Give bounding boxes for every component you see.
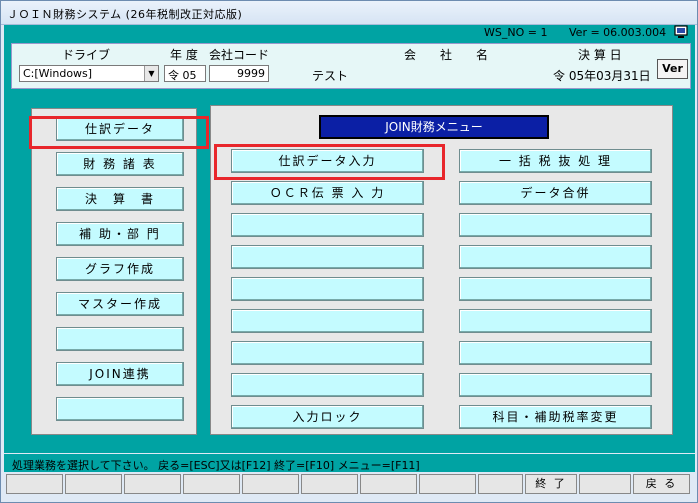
menu-right-empty-6[interactable] [459,373,652,397]
menu-left-empty-6[interactable] [231,373,424,397]
company-name-value: テスト [312,69,349,83]
menu-data-merge[interactable]: データ合併 [459,181,652,205]
menu-ocr-input[interactable]: ＯＣＲ伝 票 入 力 [231,181,424,205]
left-menu-graph[interactable]: グラフ作成 [56,257,184,281]
fkey-2[interactable] [65,474,122,494]
info-row: WS_NO = 1 Ver = 06.003.004 [4,25,695,41]
closing-date-value: 令 05年03月31日 [553,69,651,83]
left-menu-join-link[interactable]: JOIN連携 [56,362,184,386]
main-content: 仕訳データ 財 務 諸 表 決 算 書 補 助・部 門 グラフ作成 マスター作成… [4,93,695,453]
drive-label: ドライブ [62,48,111,62]
company-code-label: 会社コード [209,48,270,62]
menu-input-lock[interactable]: 入力ロック [231,405,424,429]
header-area: WS_NO = 1 Ver = 06.003.004 ドライブ C:[Windo… [4,25,695,93]
fkey-9[interactable] [478,474,523,494]
company-name-label: 会 社 名 [404,48,489,62]
menu-left-empty-3[interactable] [231,277,424,301]
year-field[interactable]: 令 05 [164,65,206,82]
fkey-11[interactable] [579,474,631,494]
left-menu-master[interactable]: マスター作成 [56,292,184,316]
company-code-value: 9999 [237,67,265,80]
fkey-12-back[interactable]: 戻 る [633,474,690,494]
menu-right-empty-2[interactable] [459,245,652,269]
menu-right-empty-4[interactable] [459,309,652,333]
menu-left-empty-5[interactable] [231,341,424,365]
app-window: ＪＯＩＮ財務システム (26年税制改正対応版) WS_NO = 1 Ver = … [0,0,698,503]
menu-tax-rate-change[interactable]: 科目・補助税率変更 [459,405,652,429]
fkey-3[interactable] [124,474,181,494]
fkey-4[interactable] [183,474,240,494]
menu-left-empty-4[interactable] [231,309,424,333]
status-bar: 処理業務を選択して下さい。 戻る=[ESC]又は[F12] 終了=[F10] メ… [4,454,695,472]
highlight-frame-journal-input [214,144,445,180]
menu-right-empty-1[interactable] [459,213,652,237]
chevron-down-icon[interactable]: ▼ [144,66,158,81]
fkey-5[interactable] [242,474,299,494]
menu-right-empty-5[interactable] [459,341,652,365]
menu-left-empty-1[interactable] [231,213,424,237]
menu-left-empty-2[interactable] [231,245,424,269]
left-menu-auxiliary-department[interactable]: 補 助・部 門 [56,222,184,246]
monitor-icon[interactable] [674,25,688,39]
left-menu-settlement-report[interactable]: 決 算 書 [56,187,184,211]
left-menu-panel: 仕訳データ 財 務 諸 表 決 算 書 補 助・部 門 グラフ作成 マスター作成… [31,108,197,435]
menu-bulk-tax-exclusion[interactable]: 一 括 税 抜 処 理 [459,149,652,173]
year-value: 令 05 [168,69,197,82]
left-menu-empty-1[interactable] [56,327,184,351]
status-message: 処理業務を選択して下さい。 戻る=[ESC]又は[F12] 終了=[F10] メ… [12,459,420,472]
ver-button[interactable]: Ver [657,59,688,79]
drive-value: C:[Windows] [23,67,93,80]
fkey-1[interactable] [6,474,63,494]
menu-title: JOIN財務メニュー [319,115,549,139]
company-code-field[interactable]: 9999 [209,65,269,82]
title-bar: ＪＯＩＮ財務システム (26年税制改正対応版) [1,1,697,25]
year-label: 年 度 [170,48,198,62]
ws-no-label: WS_NO = 1 [484,26,548,39]
closing-date-label: 決 算 日 [578,48,622,62]
left-menu-empty-2[interactable] [56,397,184,421]
drive-select[interactable]: C:[Windows] ▼ [19,65,159,82]
version-label: Ver = 06.003.004 [569,26,667,39]
fkey-8[interactable] [419,474,476,494]
menu-right-empty-3[interactable] [459,277,652,301]
highlight-frame-left [29,116,209,149]
header-panel: ドライブ C:[Windows] ▼ 年 度 令 05 会社コード 9999 会… [11,43,691,89]
function-key-bar: 終 了 戻 る [4,474,695,496]
fkey-6[interactable] [301,474,358,494]
fkey-10-exit[interactable]: 終 了 [525,474,577,494]
left-menu-financial-statements[interactable]: 財 務 諸 表 [56,152,184,176]
window-title: ＪＯＩＮ財務システム (26年税制改正対応版) [7,8,243,21]
fkey-7[interactable] [360,474,417,494]
